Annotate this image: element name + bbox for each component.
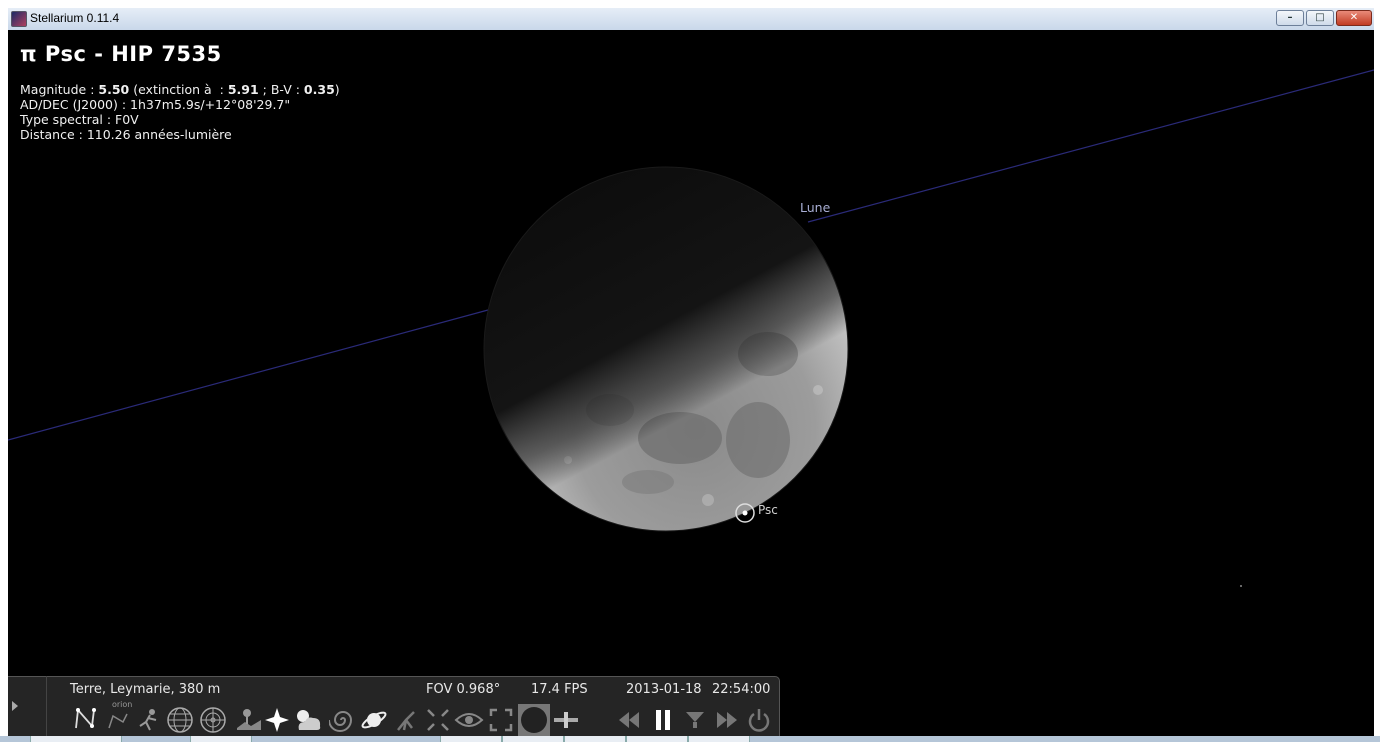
location-status: Terre, Leymarie, 380 m <box>70 682 221 697</box>
power-icon <box>748 709 770 732</box>
equatorial-grid-button[interactable] <box>165 704 195 734</box>
real-time-icon <box>686 712 704 728</box>
azimuthal-grid-icon <box>200 707 226 733</box>
magnitude-label: Magnitude : <box>20 82 99 97</box>
close-button[interactable]: ✕ <box>1336 10 1372 26</box>
decrease-time-speed-button[interactable] <box>614 704 644 734</box>
sky-view[interactable]: π Psc - HIP 7535 Magnitude : 5.50 (extin… <box>8 30 1374 742</box>
center-on-selected-button[interactable] <box>423 704 453 734</box>
full-screen-button[interactable] <box>486 704 516 734</box>
os-taskbar[interactable] <box>0 736 1380 742</box>
cardinal-points-icon <box>265 708 289 732</box>
taskbar-item[interactable] <box>190 736 252 742</box>
spectral-line: Type spectral : F0V <box>20 112 139 127</box>
bv-value: 0.35 <box>303 82 335 97</box>
atmosphere-button[interactable] <box>293 704 323 734</box>
extinction-label: (extinction à : <box>129 82 228 97</box>
taskbar-item[interactable] <box>626 736 688 742</box>
fov-status: FOV 0.968° <box>426 682 501 697</box>
left-panel-toggle[interactable] <box>8 676 47 742</box>
full-screen-icon <box>489 708 513 732</box>
constellation-labels-icon <box>108 713 128 729</box>
extinction-value: 5.91 <box>227 82 259 97</box>
stellarium-app-icon[interactable] <box>11 11 27 27</box>
radec-line: AD/DEC (J2000) : 1h37m5.9s/+12°08'29.7" <box>20 97 291 112</box>
quit-button[interactable] <box>744 704 774 734</box>
title-bar[interactable]: Stellarium 0.11.4 – □ ✕ <box>8 8 1374 31</box>
bv-close: ) <box>334 82 340 97</box>
increase-time-speed-button[interactable] <box>712 704 742 734</box>
fps-status: 17.4 FPS <box>531 682 588 697</box>
nebula-galaxy-icon <box>329 711 353 732</box>
ecliptic-line-right <box>807 69 1374 223</box>
ground-button[interactable] <box>234 704 264 734</box>
taskbar-item[interactable] <box>502 736 564 742</box>
ocular-icon <box>521 707 547 733</box>
object-name: π Psc - HIP 7535 <box>20 42 222 66</box>
ocular-button[interactable] <box>518 704 550 736</box>
faint-star[interactable] <box>1240 585 1242 587</box>
taskbar-item[interactable] <box>440 736 502 742</box>
center-crosshair-icon <box>427 709 449 731</box>
time-status: 22:54:00 <box>712 682 771 697</box>
magnitude-line: Magnitude : 5.50 (extinction à : 5.91 ; … <box>20 82 340 97</box>
distance-line: Distance : 110.26 années-lumière <box>20 127 232 142</box>
taskbar-item[interactable] <box>564 736 626 742</box>
equatorial-grid-icon <box>167 707 193 733</box>
ecliptic-line-left <box>8 309 489 441</box>
pause-icon <box>656 710 670 730</box>
satellites-button[interactable] <box>551 704 581 734</box>
window-title: Stellarium 0.11.4 <box>30 11 120 25</box>
star-label: Psc <box>758 503 778 517</box>
constellation-lines-button[interactable] <box>70 704 100 734</box>
planet-icon <box>361 711 387 729</box>
real-time-button[interactable] <box>680 704 710 734</box>
moon-label: Lune <box>800 200 831 215</box>
constellation-lines-icon <box>75 707 96 729</box>
nebulae-button[interactable] <box>328 704 358 734</box>
constellation-labels-button[interactable]: orion <box>103 700 133 734</box>
rewind-icon <box>619 712 639 728</box>
constellation-art-button[interactable] <box>134 704 164 734</box>
taskbar-item[interactable] <box>688 736 750 742</box>
minimize-button[interactable]: – <box>1276 10 1304 26</box>
atmosphere-icon <box>297 710 321 730</box>
azimuthal-grid-button[interactable] <box>198 704 228 734</box>
equatorial-mount-button[interactable] <box>391 704 421 734</box>
magnitude-value: 5.50 <box>98 82 130 97</box>
stellarium-window: Stellarium 0.11.4 – □ ✕ π Psc - HIP 7535… <box>8 8 1374 742</box>
taskbar-item[interactable] <box>30 736 122 742</box>
planet-labels-button[interactable] <box>359 704 389 734</box>
date-status: 2013-01-18 <box>626 682 702 697</box>
eye-icon <box>454 713 484 727</box>
pause-time-button[interactable] <box>648 704 678 734</box>
telescope-mount-icon <box>397 711 415 731</box>
ground-icon <box>237 709 261 730</box>
cardinal-points-button[interactable] <box>262 704 292 734</box>
object-info-panel: π Psc - HIP 7535 Magnitude : 5.50 (extin… <box>20 42 340 142</box>
constellation-art-icon <box>139 709 157 731</box>
bottom-toolbar: Terre, Leymarie, 380 m FOV 0.968° 17.4 F… <box>8 676 780 742</box>
maximize-button[interactable]: □ <box>1306 10 1334 26</box>
satellite-icon <box>554 712 578 728</box>
bv-label: ; B-V : <box>258 82 304 97</box>
orion-caption: orion <box>112 700 133 709</box>
expand-arrow-icon <box>12 701 18 711</box>
fast-forward-icon <box>717 712 737 728</box>
night-mode-button[interactable] <box>454 704 484 734</box>
